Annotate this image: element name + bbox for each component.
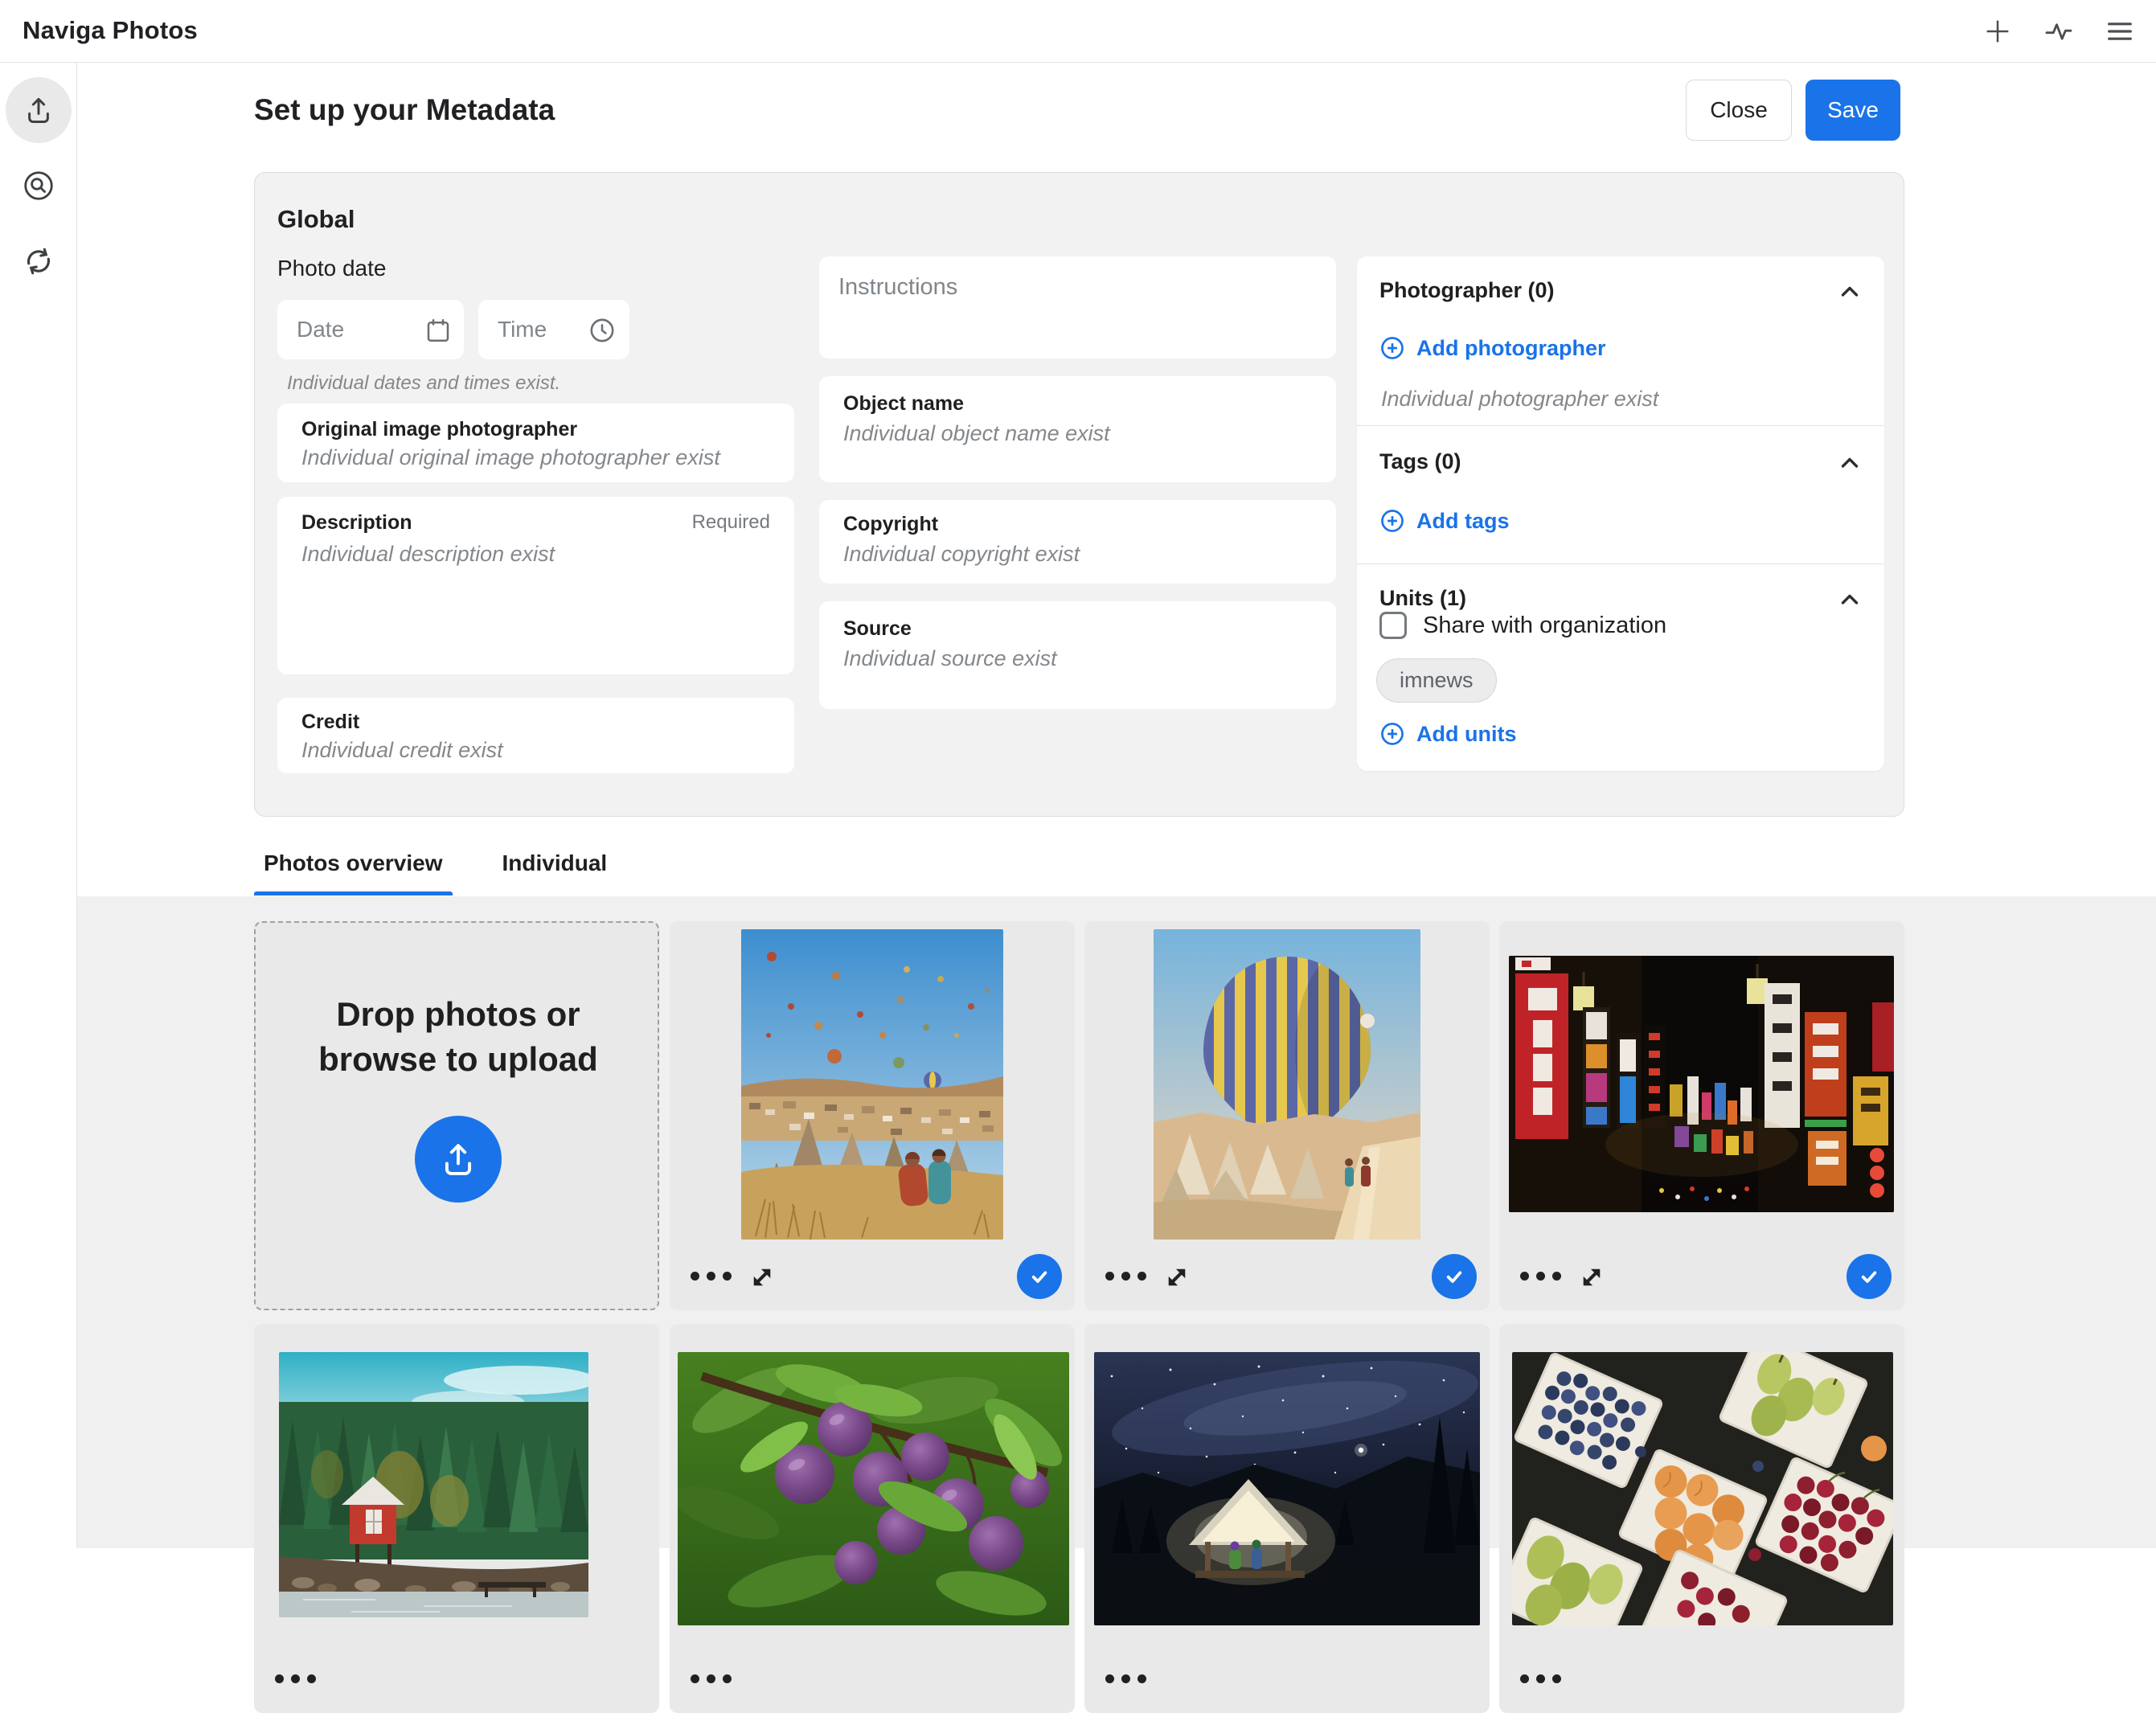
field-label: Object name	[843, 392, 964, 416]
photo-thumbnail-plums-on-branch[interactable]	[678, 1352, 1069, 1625]
photo-thumbnail-cappadocia-balloons-vista[interactable]	[741, 929, 1003, 1240]
field-placeholder: Individual copyright exist	[843, 542, 1080, 567]
photo-card	[1084, 921, 1490, 1310]
selected-check-icon[interactable]	[1847, 1254, 1892, 1299]
field-placeholder: Individual description exist	[301, 542, 555, 567]
chevron-up-icon[interactable]	[1836, 586, 1863, 613]
sidebar	[0, 63, 77, 1548]
expand-icon[interactable]	[1162, 1262, 1192, 1293]
required-badge: Required	[692, 511, 770, 534]
chevron-up-icon[interactable]	[1836, 449, 1863, 477]
field-placeholder: Individual object name exist	[843, 421, 1110, 446]
photo-grid-section: Drop photos or browse to upload	[77, 896, 2156, 1548]
selected-check-icon[interactable]	[1432, 1254, 1477, 1299]
field-label: Description	[301, 511, 412, 535]
section-title: Tags (0)	[1379, 449, 1461, 474]
time-input[interactable]	[478, 300, 629, 359]
topbar-actions	[1979, 0, 2138, 63]
section-title: Photographer (0)	[1379, 278, 1555, 303]
section-title: Units (1)	[1379, 586, 1466, 611]
photo-card	[1499, 921, 1904, 1310]
tab-individual[interactable]: Individual	[493, 836, 617, 895]
source-field[interactable]: Source Individual source exist	[819, 601, 1336, 709]
object-name-field[interactable]: Object name Individual object name exist	[819, 376, 1336, 482]
add-tags-label: Add tags	[1416, 509, 1510, 534]
more-options-icon[interactable]	[1520, 1272, 1561, 1281]
app-title: Naviga Photos	[23, 16, 198, 45]
field-label: Original image photographer	[301, 418, 577, 441]
photo-date-label: Photo date	[277, 256, 386, 281]
tab-label: Individual	[502, 850, 608, 876]
dropzone-label: Drop photos or browse to upload	[289, 992, 627, 1082]
field-placeholder: Individual original image photographer e…	[301, 445, 720, 470]
more-options-icon[interactable]	[275, 1674, 316, 1683]
photo-card	[1499, 1324, 1904, 1713]
share-with-organization-label: Share with organization	[1423, 613, 1666, 639]
field-label: Copyright	[843, 513, 938, 536]
top-bar: Naviga Photos	[0, 0, 2156, 63]
upload-icon[interactable]	[415, 1116, 502, 1203]
page-title: Set up your Metadata	[254, 93, 555, 127]
date-input[interactable]	[277, 300, 464, 359]
credit-field[interactable]: Credit Individual credit exist	[277, 698, 794, 773]
activity-icon[interactable]	[2040, 13, 2077, 50]
photographer-section: Photographer (0) Add photographer Indivi…	[1357, 256, 1884, 425]
photo-card	[254, 1324, 659, 1713]
instructions-input[interactable]	[819, 256, 1336, 359]
add-units-button[interactable]: Add units	[1379, 721, 1516, 747]
sync-icon[interactable]	[6, 228, 72, 294]
chevron-up-icon[interactable]	[1836, 278, 1863, 305]
unit-chip-imnews[interactable]: imnews	[1376, 658, 1497, 703]
plus-icon[interactable]	[1979, 13, 2016, 50]
description-field[interactable]: Description Required Individual descript…	[277, 497, 794, 674]
more-options-icon[interactable]	[1105, 1674, 1146, 1683]
photo-thumbnail-night-camp-stars[interactable]	[1094, 1352, 1480, 1625]
more-options-icon[interactable]	[691, 1272, 732, 1281]
more-options-icon[interactable]	[1520, 1674, 1561, 1683]
panel-title: Global	[277, 205, 355, 234]
photo-card	[1084, 1324, 1490, 1713]
photo-thumbnail-hot-air-balloon-walkers[interactable]	[1154, 929, 1420, 1240]
add-units-label: Add units	[1416, 722, 1516, 747]
photo-card	[670, 1324, 1075, 1713]
search-icon[interactable]	[6, 153, 72, 219]
save-button[interactable]: Save	[1806, 80, 1900, 141]
menu-icon[interactable]	[2101, 13, 2138, 50]
tab-photos-overview[interactable]: Photos overview	[254, 836, 453, 895]
photographer-helper: Individual photographer exist	[1381, 387, 1658, 412]
field-placeholder: Individual credit exist	[301, 738, 503, 763]
tab-bar: Photos overview Individual	[254, 836, 617, 895]
upload-icon[interactable]	[6, 77, 72, 143]
photo-thumbnail-fruit-boxes[interactable]	[1512, 1352, 1893, 1625]
expand-icon[interactable]	[747, 1262, 777, 1293]
photo-card	[670, 921, 1075, 1310]
metadata-accordion: Photographer (0) Add photographer Indivi…	[1357, 256, 1884, 771]
units-section: Units (1) Share with organization imnews…	[1357, 563, 1884, 771]
selected-check-icon[interactable]	[1017, 1254, 1062, 1299]
field-placeholder: Individual source exist	[843, 646, 1057, 671]
original-photographer-field[interactable]: Original image photographer Individual o…	[277, 404, 794, 482]
field-label: Source	[843, 617, 912, 641]
add-photographer-label: Add photographer	[1416, 336, 1605, 361]
add-photographer-button[interactable]: Add photographer	[1379, 335, 1605, 361]
photo-thumbnail-tokyo-neon-street[interactable]	[1509, 956, 1894, 1212]
more-options-icon[interactable]	[691, 1674, 732, 1683]
expand-icon[interactable]	[1576, 1262, 1607, 1293]
global-metadata-panel: Global Photo date Individual dates and t…	[254, 172, 1904, 817]
upload-dropzone[interactable]: Drop photos or browse to upload	[254, 921, 659, 1310]
photo-thumbnail-red-cabin-lake[interactable]	[279, 1352, 588, 1617]
date-helper-text: Individual dates and times exist.	[287, 372, 560, 395]
more-options-icon[interactable]	[1105, 1272, 1146, 1281]
tags-section: Tags (0) Add tags	[1357, 425, 1884, 563]
tab-label: Photos overview	[264, 850, 443, 876]
add-tags-button[interactable]: Add tags	[1379, 508, 1510, 534]
copyright-field[interactable]: Copyright Individual copyright exist	[819, 500, 1336, 584]
field-label: Credit	[301, 711, 359, 734]
close-button[interactable]: Close	[1686, 80, 1792, 141]
share-with-organization-checkbox[interactable]	[1379, 612, 1407, 639]
